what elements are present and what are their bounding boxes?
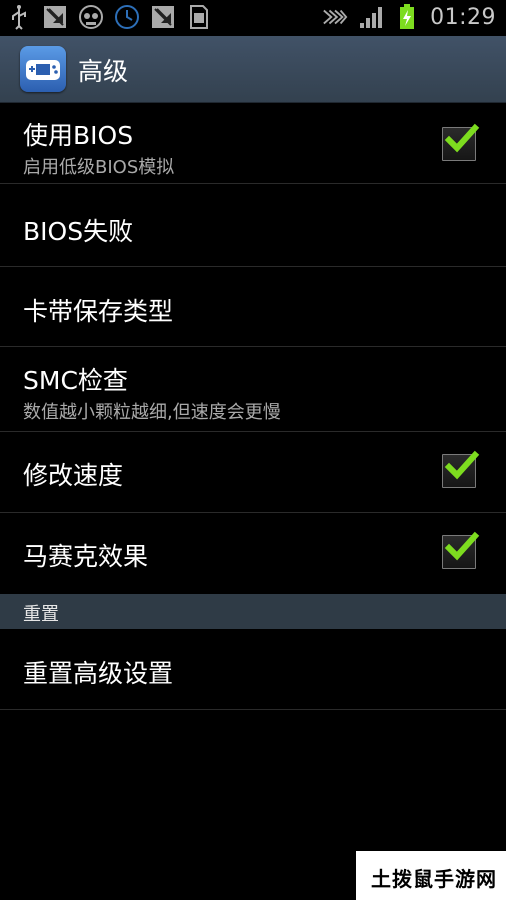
battery-charging-icon [394, 4, 420, 30]
section-label: 重置 [23, 604, 59, 625]
pref-title: 修改速度 [23, 461, 124, 490]
pref-cart-save-type[interactable]: 卡带保存类型 [0, 267, 506, 347]
pref-summary: 启用低级BIOS模拟 [23, 157, 175, 178]
pref-title: 卡带保存类型 [23, 297, 174, 326]
action-bar: 高级 [0, 36, 506, 103]
pref-title: SMC检查 [23, 366, 128, 395]
debug-icon [42, 4, 68, 30]
system-icons: 01:29 [322, 4, 496, 30]
use-bios-checkbox[interactable] [442, 123, 480, 161]
pref-title: 马赛克效果 [23, 542, 149, 571]
usb-icon [6, 4, 32, 30]
section-header-reset: 重置 [0, 594, 506, 629]
pref-summary: 数值越小颗粒越细,但速度会更慢 [23, 402, 281, 423]
pref-mosaic-effect[interactable]: 马赛克效果 [0, 513, 506, 593]
gameboy-icon [26, 60, 60, 80]
page-title: 高级 [78, 57, 129, 86]
checkmark-icon [444, 531, 480, 561]
notification-icons [6, 4, 212, 30]
app-icon[interactable] [20, 46, 66, 92]
debug-icon [150, 4, 176, 30]
checkmark-icon [444, 450, 480, 480]
pref-use-bios[interactable]: 使用BIOS 启用低级BIOS模拟 [0, 102, 506, 184]
modify-speed-checkbox[interactable] [442, 450, 480, 488]
robot-icon [78, 4, 104, 30]
signal-icon [358, 4, 384, 30]
checkmark-icon [444, 123, 480, 153]
pref-smc-check[interactable]: SMC检查 数值越小颗粒越细,但速度会更慢 [0, 347, 506, 432]
pref-modify-speed[interactable]: 修改速度 [0, 432, 506, 513]
pref-reset-advanced[interactable]: 重置高级设置 [0, 629, 506, 710]
watermark-text: 土拨鼠手游网 [371, 867, 497, 891]
sd-card-icon [186, 4, 212, 30]
status-time: 01:29 [430, 4, 496, 30]
pref-title: 重置高级设置 [23, 659, 174, 688]
pref-title: 使用BIOS [23, 121, 134, 150]
clock-icon [114, 4, 140, 30]
status-bar: 01:29 [0, 0, 506, 36]
mosaic-effect-checkbox[interactable] [442, 531, 480, 569]
nfc-icon [322, 4, 348, 30]
pref-bios-fail[interactable]: BIOS失败 [0, 184, 506, 267]
watermark: 土拨鼠手游网 [356, 851, 506, 900]
pref-title: BIOS失败 [23, 217, 134, 246]
